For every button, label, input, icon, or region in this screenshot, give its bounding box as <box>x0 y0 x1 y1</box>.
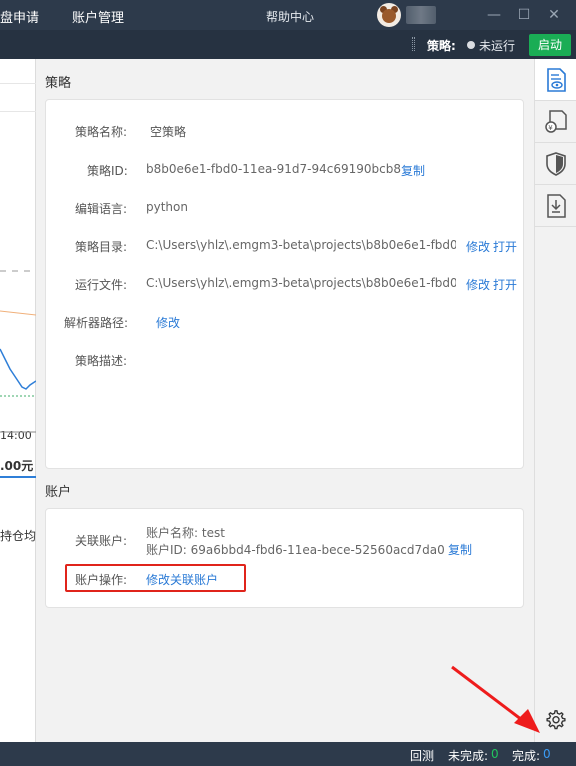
status-dot-icon <box>467 41 475 49</box>
maximize-icon[interactable]: ☐ <box>515 6 533 24</box>
avatar[interactable] <box>377 3 401 27</box>
strategy-name-value: 空策略 <box>150 125 187 139</box>
user-name-blurred <box>406 6 436 24</box>
copy-strategy-id-link[interactable]: 复制 <box>401 162 425 179</box>
interpreter-path-label: 解析器路径: <box>64 316 129 330</box>
start-button[interactable]: 启动 <box>529 34 571 56</box>
open-run-file-link[interactable]: 打开 <box>493 276 517 293</box>
sidebar-tab-risk[interactable] <box>535 143 576 185</box>
sidebar-tab-strategy[interactable] <box>535 59 576 101</box>
strategy-status-label: 策略: <box>427 39 456 53</box>
holding-avg-label: 持仓均 <box>0 529 36 543</box>
unfinished-label: 未完成: <box>448 749 489 763</box>
linked-account-label: 关联账户: <box>75 534 128 548</box>
account-info-card <box>45 508 524 608</box>
strategy-dir-value: C:\Users\yhlz\.emgm3-beta\projects\b8b0e… <box>146 238 456 252</box>
account-id-text: 账户ID: 69a6bbd4-fbd6-11ea-bece-52560acd7d… <box>146 543 445 557</box>
annotation-arrow-icon <box>451 665 540 733</box>
account-section-title: 账户 <box>45 485 72 500</box>
close-icon[interactable]: ✕ <box>545 6 563 24</box>
unfinished-count: 0 <box>491 747 499 761</box>
backtest-label[interactable]: 回测 <box>410 747 434 764</box>
modify-run-file-link[interactable]: 修改 <box>466 276 490 293</box>
svg-text:¥: ¥ <box>548 124 553 132</box>
strategy-doc-icon <box>547 68 566 92</box>
minimize-icon[interactable]: — <box>485 6 503 24</box>
chart-amount-label: .00元 <box>0 459 34 473</box>
run-status-text: 未运行 <box>479 39 516 53</box>
strategy-dir-label: 策略目录: <box>75 240 128 254</box>
run-file-label: 运行文件: <box>75 278 128 292</box>
finished-label: 完成: <box>512 749 541 763</box>
language-value: python <box>146 200 188 214</box>
download-doc-icon <box>547 194 566 218</box>
strategy-desc-label: 策略描述: <box>75 354 128 368</box>
strategy-id-value: b8b0e6e1-fbd0-11ea-91d7-94c69190bcb8 <box>146 162 401 176</box>
finished-count: 0 <box>543 747 551 761</box>
nav-item-account-management[interactable]: 账户管理 <box>72 7 124 26</box>
strategy-name-label: 策略名称: <box>75 125 128 139</box>
open-dir-link[interactable]: 打开 <box>493 238 517 255</box>
run-file-value: C:\Users\yhlz\.emgm3-beta\projects\b8b0e… <box>146 276 456 290</box>
language-label: 编辑语言: <box>75 202 128 216</box>
active-tab-underline <box>0 476 36 478</box>
title-bar: 盘申请 账户管理 帮助中心 — ☐ ✕ <box>0 0 576 30</box>
chart-lines <box>0 270 36 433</box>
status-bar: 回测 未完成: 0 完成: 0 <box>0 742 576 766</box>
account-name-text: 账户名称: test <box>146 526 225 540</box>
modify-interpreter-link[interactable]: 修改 <box>156 314 180 331</box>
gear-icon[interactable] <box>545 709 567 731</box>
shield-icon <box>546 152 566 176</box>
sidebar-tab-funds[interactable]: ¥ <box>535 101 576 143</box>
strategy-section-title: 策略 <box>45 76 72 91</box>
right-icon-sidebar: ¥ <box>534 59 576 742</box>
money-doc-icon: ¥ <box>545 110 567 133</box>
strategy-id-label: 策略ID: <box>87 164 128 178</box>
help-center-link[interactable]: 帮助中心 <box>266 8 314 25</box>
nav-item-apply[interactable]: 盘申请 <box>0 7 39 26</box>
modify-dir-link[interactable]: 修改 <box>466 238 490 255</box>
drag-handle-icon[interactable] <box>412 37 415 51</box>
highlight-annotation-box <box>65 564 246 592</box>
sidebar-tab-export[interactable] <box>535 185 576 227</box>
copy-account-id-link[interactable]: 复制 <box>448 541 472 558</box>
